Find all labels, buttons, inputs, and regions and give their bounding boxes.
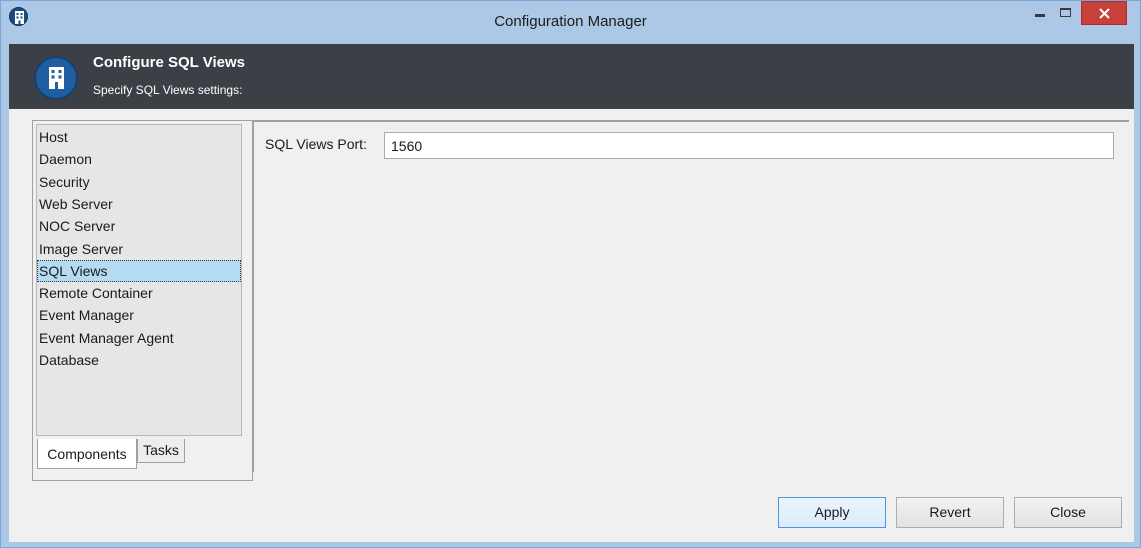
tree-item[interactable]: NOC Server [37,215,241,237]
minimize-icon [1035,14,1045,17]
revert-button[interactable]: Revert [896,497,1004,528]
settings-panel: SQL Views Port: [252,120,1129,472]
title-bar[interactable]: Configuration Manager [1,1,1140,44]
configuration-manager-window: Configuration Manager Configure SQL View… [0,0,1141,548]
tree-item[interactable]: Event Manager [37,304,241,326]
maximize-icon [1060,8,1071,17]
tree-item[interactable]: Daemon [37,148,241,170]
close-window-button[interactable] [1081,1,1127,25]
components-panel: Host Daemon Security Web Server NOC Server Im… [32,120,253,481]
tree-item[interactable]: Security [37,171,241,193]
tab-tasks[interactable]: Tasks [137,439,185,463]
tree-item[interactable]: Image Server [37,238,241,260]
tree-item[interactable]: Database [37,349,241,371]
maximize-button[interactable] [1053,2,1079,30]
header-banner: Configure SQL Views Specify SQL Views se… [9,44,1134,109]
tree-item[interactable]: Host [37,126,241,148]
page-subtitle: Specify SQL Views settings: [93,83,243,97]
page-title: Configure SQL Views [93,54,245,71]
window-title: Configuration Manager [494,13,647,30]
tree-item[interactable]: Web Server [37,193,241,215]
building-icon [34,56,78,100]
tree-item[interactable]: Remote Container [37,282,241,304]
tree-item[interactable]: Event Manager Agent [37,327,241,349]
panel-tabs: Components Tasks [35,439,249,469]
close-button[interactable]: Close [1014,497,1122,528]
tree-item[interactable]: SQL Views [37,259,241,282]
tab-components[interactable]: Components [37,439,137,469]
content-area: Host Daemon Security Web Server NOC Server Im… [9,109,1134,542]
minimize-button[interactable] [1027,2,1053,30]
apply-button[interactable]: Apply [778,497,886,528]
sql-views-port-label: SQL Views Port: [265,136,367,152]
component-tree[interactable]: Host Daemon Security Web Server NOC Server Im… [36,124,242,436]
close-icon [1099,8,1110,19]
sql-views-port-input[interactable] [384,132,1114,159]
